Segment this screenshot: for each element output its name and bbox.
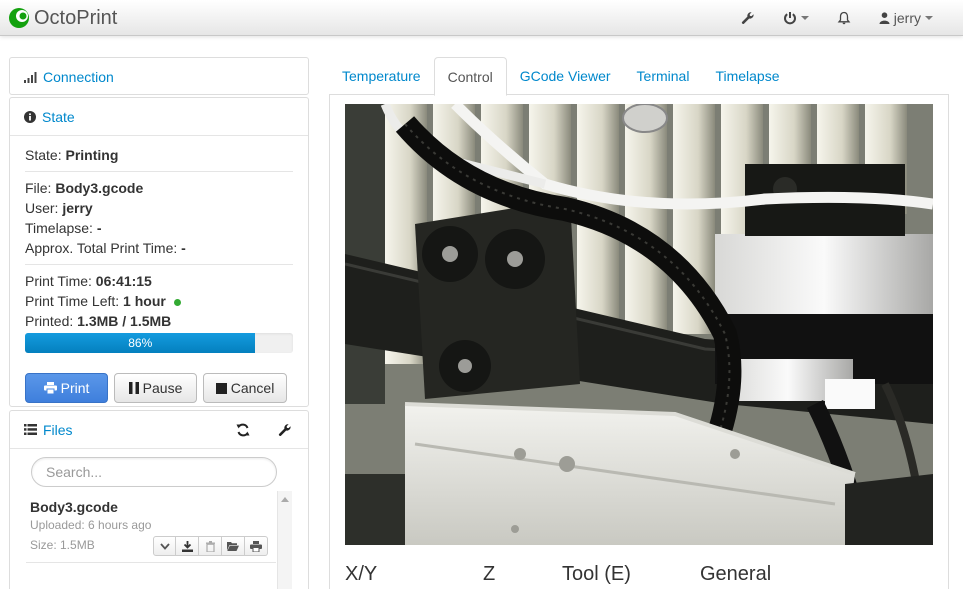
divider (25, 171, 293, 172)
state-title: State (42, 108, 75, 125)
file-value: Body3.gcode (55, 180, 144, 196)
connection-panel: Connection (9, 57, 309, 95)
file-actions (153, 536, 268, 556)
delete-file-button[interactable] (199, 536, 222, 556)
wrench-icon (741, 12, 754, 24)
file-row: File: Body3.gcode (25, 178, 293, 198)
user-name: jerry (893, 10, 921, 26)
main-tabs: Temperature Control GCode Viewer Termina… (329, 57, 949, 96)
stop-icon (215, 382, 227, 394)
state-body: State: Printing File: Body3.gcode User: … (10, 135, 308, 413)
user-row: User: jerry (25, 198, 293, 218)
navbar: OctoPrint jerry (0, 0, 963, 36)
print-time-label: Print Time: (25, 273, 92, 289)
printed-value: 1.3MB / 1.5MB (77, 313, 172, 329)
files-title: Files (43, 421, 73, 438)
user-icon (879, 12, 890, 24)
timelapse-row: Timelapse: - (25, 218, 293, 238)
brand[interactable]: OctoPrint (8, 5, 117, 31)
tool-e-header: Tool (E) (562, 563, 631, 585)
user-value: jerry (62, 200, 93, 216)
connection-toggle[interactable]: Connection (10, 58, 308, 95)
time-left-label: Print Time Left: (25, 293, 120, 309)
approx-time-row: Approx. Total Print Time: - (25, 238, 293, 258)
print-button-label: Print (60, 380, 90, 396)
approx-time-label: Approx. Total Print Time: (25, 240, 178, 256)
file-name: Body3.gcode (30, 499, 118, 515)
print-progress: 86% (25, 333, 293, 353)
divider (25, 264, 293, 265)
webcam-image (345, 104, 933, 545)
print-icon (250, 540, 262, 552)
files-toggle[interactable]: Files (10, 411, 308, 448)
download-icon (181, 540, 193, 552)
scroll-up-icon[interactable] (281, 497, 289, 502)
state-toggle[interactable]: State (10, 98, 308, 135)
list-item[interactable]: Body3.gcode Uploaded: 6 hours ago Size: … (26, 491, 276, 563)
connection-title: Connection (43, 68, 114, 85)
chevron-down-icon (159, 542, 170, 550)
state-panel: State State: Printing File: Body3.gcode … (9, 97, 309, 407)
general-header: General (700, 563, 772, 585)
chevron-down-icon (925, 16, 933, 20)
info-icon (24, 110, 36, 123)
user-label: User: (25, 200, 59, 216)
power-icon (783, 12, 796, 25)
wrench-icon[interactable] (278, 423, 292, 437)
expand-file-button[interactable] (153, 536, 176, 556)
time-left-row: Print Time Left: 1 hour (25, 291, 293, 311)
file-search-input[interactable] (31, 457, 277, 487)
tab-timelapse[interactable]: Timelapse (702, 57, 792, 95)
file-list-scrollbar[interactable] (277, 491, 292, 589)
state-row: State: Printing (25, 145, 293, 165)
timelapse-value: - (96, 220, 102, 236)
print-button[interactable]: Print (25, 373, 109, 403)
list-icon (24, 424, 37, 435)
z-header: Z (483, 563, 496, 585)
file-uploaded: Uploaded: 6 hours ago (30, 518, 152, 532)
print-time-row: Print Time: 06:41:15 (25, 271, 293, 291)
state-label: State: (25, 147, 62, 163)
tab-temperature[interactable]: Temperature (329, 57, 434, 95)
pause-icon (128, 382, 139, 394)
approx-time-value: - (181, 240, 186, 256)
printed-row: Printed: 1.3MB / 1.5MB (25, 311, 293, 331)
navbar-right: jerry (727, 0, 963, 36)
load-file-button[interactable] (222, 536, 245, 556)
user-menu[interactable]: jerry (865, 0, 963, 36)
cancel-button[interactable]: Cancel (203, 373, 288, 403)
pause-button-label: Pause (142, 380, 183, 396)
notifications-button[interactable] (823, 0, 865, 36)
folder-open-icon (227, 542, 239, 551)
system-menu-button[interactable] (769, 0, 823, 36)
cancel-button-label: Cancel (230, 380, 275, 396)
print-file-button[interactable] (245, 536, 268, 556)
print-progress-bar: 86% (25, 333, 256, 353)
control-headers: X/Y Z Tool (E) General (345, 563, 945, 589)
print-icon (43, 382, 57, 394)
bell-icon (837, 11, 851, 25)
job-buttons: Print Pause Cancel (25, 373, 293, 403)
refresh-icon[interactable] (236, 423, 250, 437)
webcam-stream[interactable] (345, 104, 933, 545)
tab-terminal[interactable]: Terminal (624, 57, 703, 95)
tab-control[interactable]: Control (433, 57, 507, 96)
chevron-down-icon (800, 16, 809, 20)
settings-button[interactable] (727, 0, 769, 36)
file-label: File: (25, 180, 52, 196)
octoprint-logo-icon (9, 8, 29, 28)
xy-header: X/Y (345, 563, 378, 585)
state-value: Printing (65, 147, 119, 163)
time-left-value: 1 hour (123, 293, 166, 309)
trash-icon (205, 540, 215, 552)
tab-gcode-viewer[interactable]: GCode Viewer (507, 57, 624, 95)
estimate-status-dot-icon[interactable] (173, 298, 181, 306)
brand-name: OctoPrint (34, 6, 118, 29)
download-file-button[interactable] (176, 536, 199, 556)
pause-button[interactable]: Pause (114, 373, 198, 403)
timelapse-label: Timelapse: (25, 220, 93, 236)
printed-label: Printed: (25, 313, 74, 329)
print-time-value: 06:41:15 (95, 273, 152, 289)
signal-icon (24, 71, 37, 83)
